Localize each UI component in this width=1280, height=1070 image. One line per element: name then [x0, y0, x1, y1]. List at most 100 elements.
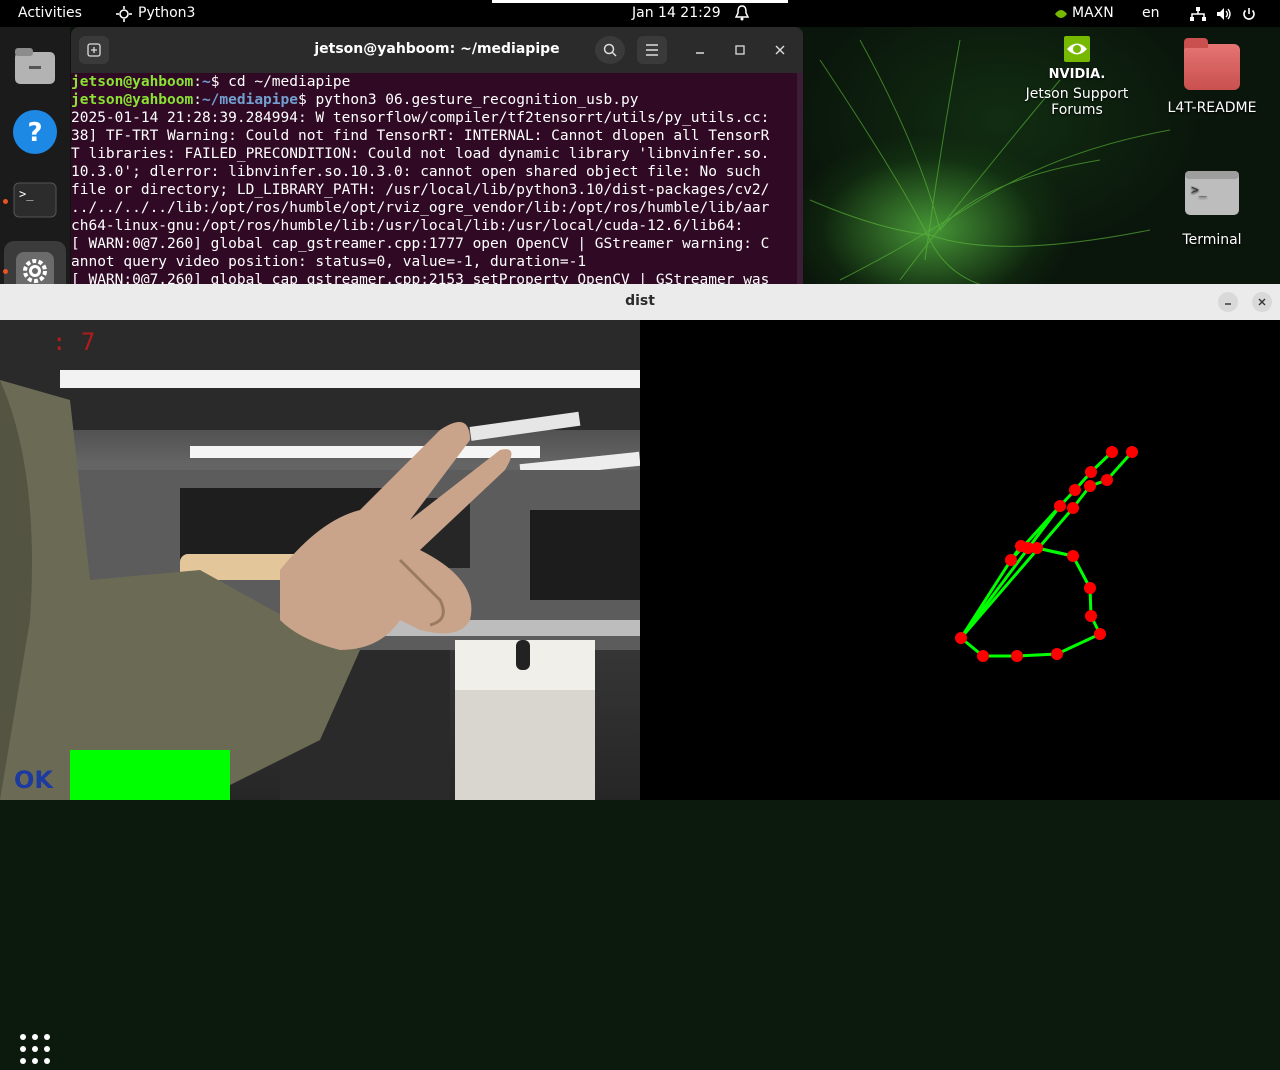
terminal-line: 38] TF-TRT Warning: Could not find Tenso… [71, 128, 770, 144]
maximize-icon [735, 45, 745, 55]
landmark-connection [1016, 652, 1058, 658]
dist-window[interactable]: dist: 7 OK [0, 284, 1280, 1064]
desktop-icon-terminal[interactable]: >_ Terminal [1170, 170, 1254, 248]
terminal-line: 10.3.0'; dlerror: libnvinfer.so.10.3.0: … [71, 164, 761, 180]
landmark-point [1084, 582, 1096, 594]
minimize-icon [1225, 303, 1231, 305]
landmark-point [1094, 628, 1106, 640]
svg-text:NVIDIA.: NVIDIA. [1049, 67, 1106, 82]
landmark-point [1005, 554, 1017, 566]
terminal-icon: >_ [13, 182, 57, 218]
landmark-point [1126, 446, 1138, 458]
terminal-icon: >_ [1185, 171, 1239, 215]
app-grid-icon [20, 1034, 50, 1064]
terminal-line: T libraries: FAILED_PRECONDITION: Could … [71, 146, 770, 162]
landmark-point [1085, 610, 1097, 622]
terminal-scrollbar[interactable] [797, 73, 803, 284]
landmark-point [1011, 650, 1023, 662]
landmark-point [1106, 446, 1118, 458]
nvidia-logo-icon: NVIDIA. [1049, 36, 1106, 82]
desktop-icon-jetson-forums[interactable]: NVIDIA. Jetson Support Forums [1022, 34, 1132, 118]
close-icon [1258, 298, 1266, 306]
landmark-point [1022, 542, 1034, 554]
terminal-line: [ WARN:0@7.260] global cap_gstreamer.cpp… [71, 272, 770, 284]
files-icon [15, 48, 55, 84]
python-gear-icon [116, 5, 132, 22]
gesture-result-bar [70, 750, 230, 800]
app-menu-label: Python3 [138, 5, 196, 21]
system-tray[interactable] [1190, 0, 1256, 27]
help-icon: ? [13, 110, 57, 154]
svg-text:>_: >_ [19, 187, 34, 201]
landmark-point [1101, 474, 1113, 486]
language-indicator[interactable]: en [1142, 0, 1160, 27]
terminal-line: jetson@yahboom:~/mediapipe$ python3 06.g… [71, 92, 639, 108]
search-button[interactable] [595, 36, 625, 64]
volume-icon [1217, 7, 1231, 20]
app-menu[interactable]: Python3 [116, 0, 195, 27]
terminal-line: ../../../../lib:/opt/ros/humble/opt/rviz… [71, 200, 770, 216]
hamburger-icon [646, 44, 658, 56]
dist-titlebar[interactable]: dist [0, 284, 1280, 321]
landmark-point [1084, 480, 1096, 492]
landmark-connection [1056, 632, 1101, 656]
activities-button[interactable]: Activities [18, 0, 82, 27]
camera-feed: : 7 OK [0, 320, 640, 800]
terminal-line: [ WARN:0@7.260] global cap_gstreamer.cpp… [71, 236, 770, 252]
dist-title: dist [625, 293, 655, 309]
desktop-icon-label: Jetson Support [1025, 86, 1129, 102]
dist-close-button[interactable] [1252, 292, 1272, 312]
folder-icon [1184, 38, 1240, 90]
minimize-button[interactable] [685, 36, 715, 64]
terminal-titlebar[interactable]: jetson@yahboom: ~/mediapipe [71, 27, 803, 73]
terminal-window[interactable]: jetson@yahboom: ~/mediapipe jetson@yahbo… [71, 27, 803, 284]
landmark-connection [959, 505, 1062, 639]
terminal-line: ch64-linux-gnu:/opt/ros/humble/lib:/usr/… [71, 218, 744, 234]
svg-text:?: ? [27, 118, 42, 148]
terminal-line: annot query video position: status=0, va… [71, 254, 587, 270]
minimize-icon [696, 52, 704, 54]
hamburger-menu-button[interactable] [637, 36, 667, 64]
landmark-point [1069, 484, 1081, 496]
terminal-line: jetson@yahboom:~$ cd ~/mediapipe [71, 74, 351, 90]
running-indicator [3, 269, 8, 274]
search-icon [603, 43, 617, 57]
landmark-point [1051, 648, 1063, 660]
nvidia-eye-icon [1055, 9, 1067, 18]
gesture-label: OK [14, 766, 53, 794]
terminal-line: 2025-01-14 21:28:39.284994: W tensorflow… [71, 110, 770, 126]
clock[interactable]: Jan 14 21:29 [632, 0, 721, 27]
desktop-icon-l4t-readme[interactable]: L4T-README [1160, 38, 1264, 116]
landmark-point [955, 632, 967, 644]
landmark-canvas [955, 446, 1138, 662]
landmark-point [1067, 502, 1079, 514]
desktop-icon-label: Terminal [1182, 232, 1242, 248]
svg-text:>_: >_ [1191, 183, 1207, 198]
show-apps-button[interactable] [18, 1032, 52, 1066]
close-icon [775, 45, 785, 55]
hand-landmark-view [640, 320, 1280, 800]
dock-help[interactable]: ? [10, 107, 60, 157]
power-icon [1243, 7, 1255, 20]
landmark-point [977, 650, 989, 662]
fps-label: : 7 [52, 328, 96, 356]
nvidia-power-mode[interactable]: MAXN [1054, 0, 1114, 27]
network-icon [1190, 6, 1206, 21]
bell-icon[interactable] [734, 0, 750, 27]
landmark-point [1054, 500, 1066, 512]
dist-minimize-button[interactable] [1218, 292, 1238, 312]
camera-scene [0, 320, 640, 800]
desktop-icon-label: Forums [1051, 102, 1103, 118]
close-button[interactable] [765, 36, 795, 64]
terminal-line: file or directory; LD_LIBRARY_PATH: /usr… [71, 182, 770, 198]
landmark-connection [959, 507, 1075, 639]
running-indicator [3, 199, 8, 204]
terminal-output[interactable]: jetson@yahboom:~$ cd ~/mediapipe jetson@y… [71, 73, 796, 284]
dock-files[interactable] [10, 41, 60, 91]
landmark-point [1085, 466, 1097, 478]
power-mode-label: MAXN [1072, 5, 1114, 21]
maximize-button[interactable] [725, 36, 755, 64]
landmark-point [1067, 550, 1079, 562]
top-bar: Activities Python3 Jan 14 21:29 MAXN en [0, 0, 1280, 27]
dock-terminal[interactable]: >_ [10, 175, 60, 225]
